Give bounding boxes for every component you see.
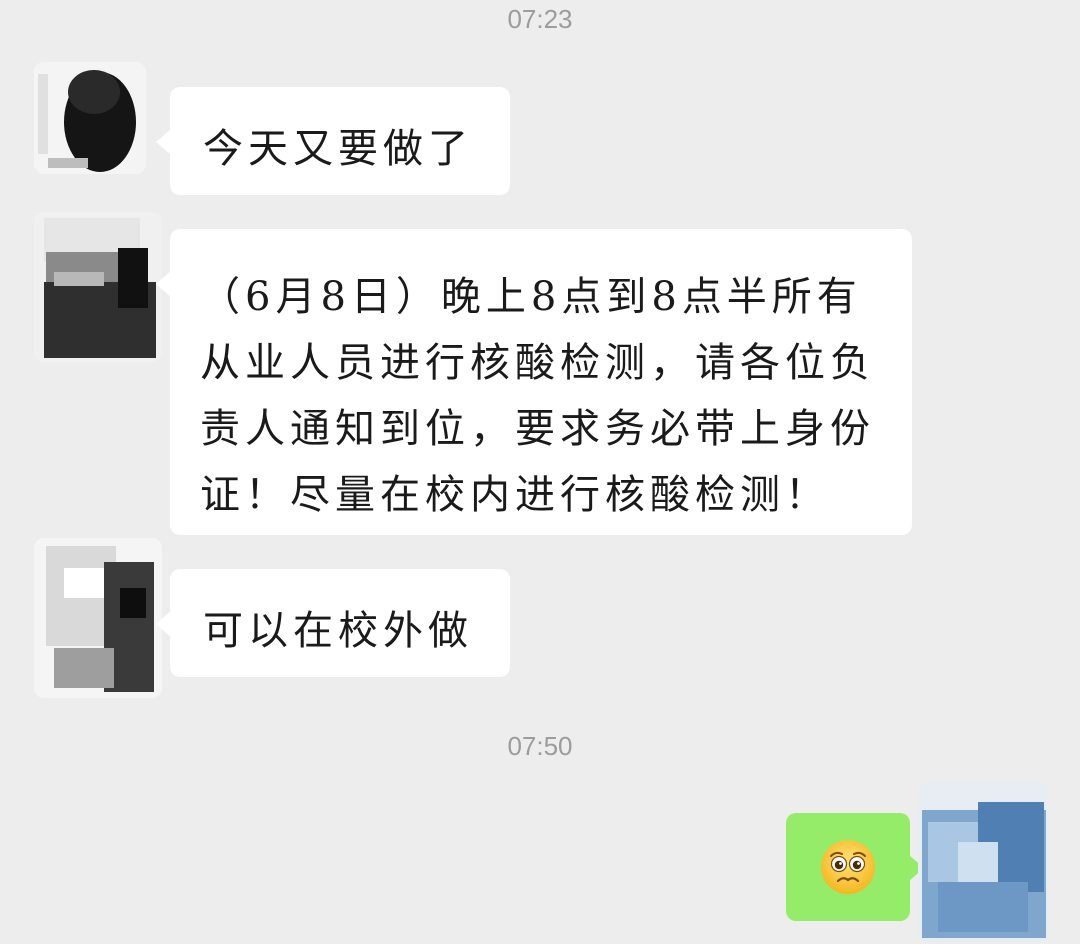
message-bubble[interactable]: 今天又要做了 bbox=[156, 87, 510, 195]
self-avatar[interactable] bbox=[918, 782, 1048, 942]
message-text: 可以在校外做 bbox=[203, 608, 473, 654]
outgoing-message-bubble[interactable] bbox=[786, 813, 924, 921]
sender-avatar[interactable] bbox=[34, 538, 162, 698]
message-text: （6月8日）晚上8点到8点半所有 从业人员进行核酸检测，请各位负 责人通知到位，… bbox=[200, 274, 875, 518]
blurred-avatar-image bbox=[34, 212, 162, 362]
sender-avatar[interactable] bbox=[34, 62, 146, 174]
blurred-avatar-image bbox=[34, 538, 162, 698]
message-text: 今天又要做了 bbox=[203, 126, 473, 172]
blurred-avatar-image bbox=[34, 62, 146, 174]
sender-avatar[interactable] bbox=[34, 212, 162, 362]
timestamp: 07:23 bbox=[507, 4, 573, 34]
blurred-avatar-image bbox=[918, 782, 1048, 942]
message-bubble[interactable]: （6月8日）晚上8点到8点半所有 从业人员进行核酸检测，请各位负 责人通知到位，… bbox=[156, 229, 912, 535]
pleading-face-emoji bbox=[821, 840, 875, 894]
message-bubble[interactable]: 可以在校外做 bbox=[156, 569, 510, 677]
timestamp: 07:50 bbox=[507, 731, 573, 761]
